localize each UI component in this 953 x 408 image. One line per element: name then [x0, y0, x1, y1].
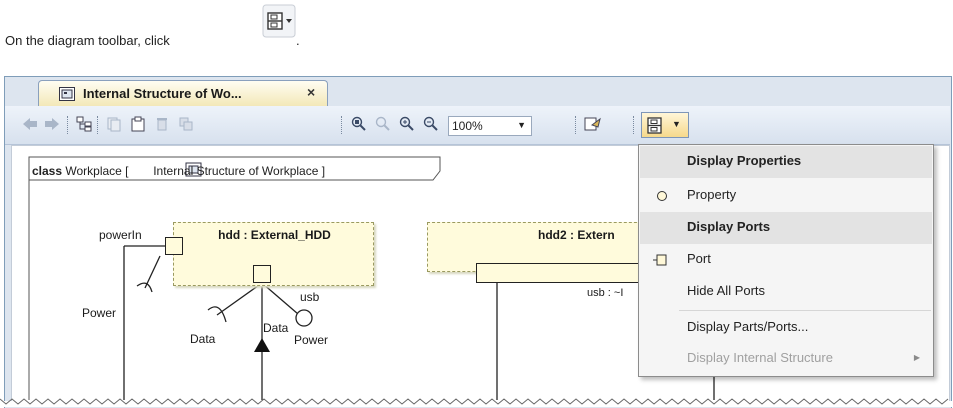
- interface-label: Power: [294, 333, 329, 347]
- port-icon: [653, 254, 667, 266]
- frame-name: Workplace [: [65, 164, 129, 178]
- menu-separator: [679, 310, 931, 311]
- menu-item-hide-all-ports[interactable]: Hide All Ports: [640, 276, 932, 308]
- torn-edge: [0, 398, 953, 407]
- port-usb[interactable]: [253, 265, 271, 283]
- menu-header-display-properties: Display Properties: [640, 146, 932, 178]
- port-powerin[interactable]: [165, 237, 183, 255]
- frame-diagram-name: Internal Structure of Workplace ]: [153, 164, 326, 178]
- chevron-right-icon: ▶: [913, 353, 920, 362]
- port-label: usb: [300, 290, 320, 304]
- display-menu: Display Properties Property Display Port…: [638, 144, 934, 377]
- menu-item-port[interactable]: Port: [640, 244, 932, 276]
- interface-label: Data: [263, 321, 289, 335]
- frame-keyword: class: [32, 164, 63, 178]
- menu-item-display-internal-structure: Display Internal Structure ▶: [687, 350, 920, 365]
- menu-item-display-parts-ports[interactable]: Display Parts/Ports...: [640, 312, 932, 344]
- diagram-frame-label: class Workplace [ Internal Structure of …: [32, 164, 325, 178]
- interface-label: Power: [82, 306, 117, 320]
- property-circle-icon: [657, 191, 667, 201]
- interface-label: Data: [190, 332, 216, 346]
- part-hdd[interactable]: hdd : External_HDD: [173, 222, 374, 286]
- menu-item-property[interactable]: Property: [640, 180, 932, 212]
- port-label: powerIn: [99, 228, 142, 242]
- menu-header-display-ports: Display Ports: [640, 212, 932, 244]
- part-title: hdd : External_HDD: [218, 228, 331, 242]
- part-title: hdd2 : Extern: [538, 228, 615, 242]
- port-usb-bar[interactable]: [476, 263, 640, 283]
- port-label: usb : ~I: [587, 287, 624, 299]
